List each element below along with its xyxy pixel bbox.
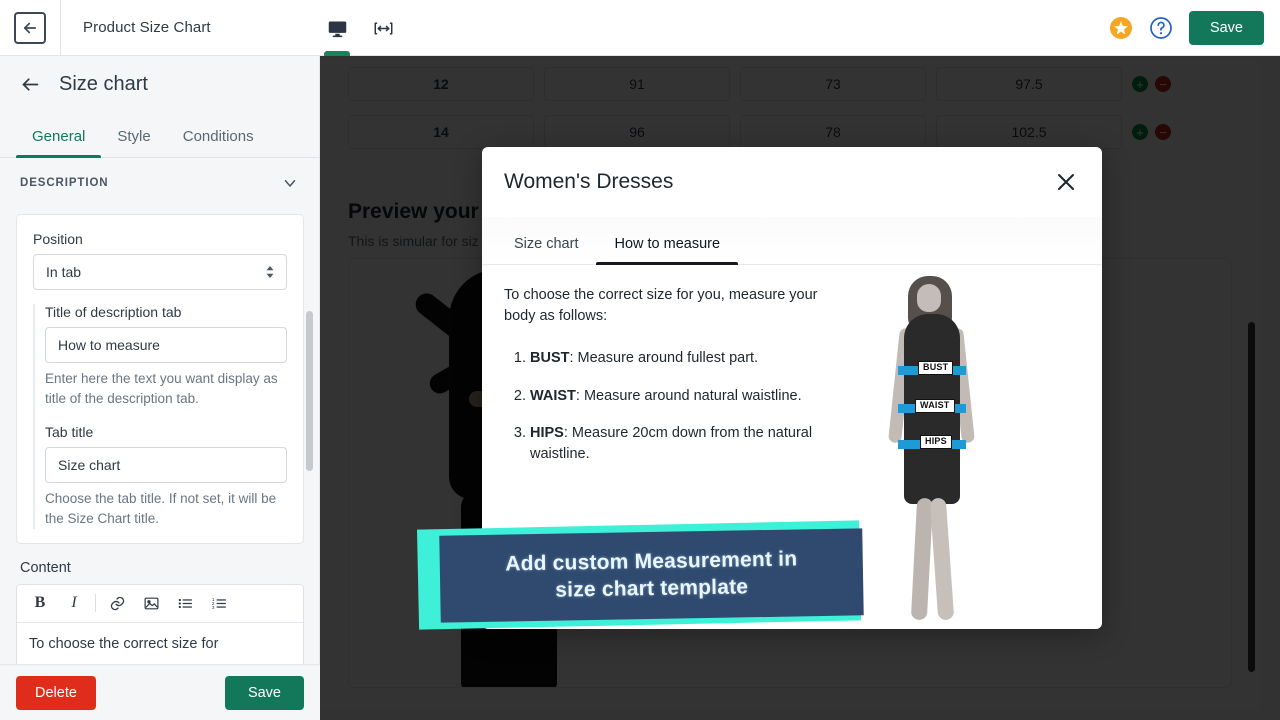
- list-item: BUST: Measure around fullest part.: [530, 348, 834, 369]
- step-text: : Measure around natural waistline.: [575, 387, 802, 404]
- desc-tab-title-input[interactable]: [45, 327, 287, 363]
- help-question-icon[interactable]: [1149, 16, 1173, 40]
- topbar-actions: Save: [1109, 0, 1264, 56]
- panel-tabs: General Style Conditions: [0, 112, 319, 158]
- close-x-icon[interactable]: [1054, 170, 1078, 194]
- tab-title-input[interactable]: [45, 447, 287, 484]
- left-settings-panel: Size chart General Style Conditions DESC…: [0, 56, 320, 720]
- back-arrow-boxed-icon[interactable]: [14, 11, 46, 44]
- tab-general[interactable]: General: [16, 128, 102, 158]
- desktop-monitor-icon[interactable]: [322, 0, 352, 56]
- modal-title: Women's Dresses: [504, 170, 674, 193]
- topbar-divider: [60, 0, 61, 56]
- toolbar-divider: [95, 594, 96, 613]
- figure-leg-right: [929, 497, 955, 621]
- page-title: Product Size Chart: [83, 19, 211, 36]
- list-item: HIPS: Measure 20cm down from the natural…: [530, 423, 834, 464]
- desc-tab-title-label: Title of description tab: [45, 304, 182, 320]
- star-favorite-icon[interactable]: [1109, 16, 1133, 40]
- band-label-hips: HIPS: [920, 435, 952, 449]
- tab-title-label: Tab title: [45, 424, 94, 441]
- step-term: HIPS: [530, 425, 564, 442]
- description-section-header[interactable]: DESCRIPTION: [0, 158, 319, 202]
- save-button[interactable]: Save: [224, 675, 304, 710]
- figure-leg-left: [910, 497, 934, 621]
- tab-title-help: Choose the tab title. If not set, it wil…: [45, 491, 277, 527]
- app-root: Product Size Chart Save 12 9: [0, 0, 1280, 720]
- content-rich-text-editor: B I 123 To choose the correct size for: [16, 583, 304, 672]
- measure-intro: To choose the correct size for you, meas…: [504, 287, 818, 324]
- measurement-diagram-image: BUST WAIST HIPS: [856, 270, 1006, 621]
- callout-text: Add custom Measurement in size chart tem…: [505, 546, 798, 605]
- callout-line-2: size chart template: [555, 574, 749, 602]
- italic-icon[interactable]: I: [57, 586, 91, 620]
- step-text: : Measure around fullest part.: [569, 350, 759, 367]
- delete-button[interactable]: Delete: [16, 675, 96, 710]
- numbered-list-icon[interactable]: 123: [202, 586, 236, 620]
- modal-tabs: Size chart How to measure: [482, 217, 1102, 265]
- panel-scroll-region: Position Title of description tab Enter …: [0, 214, 320, 720]
- image-icon[interactable]: [134, 586, 168, 620]
- measure-instructions: To choose the correct size for you, meas…: [504, 285, 834, 481]
- section-title: DESCRIPTION: [20, 177, 109, 189]
- device-preview-toggles: [322, 0, 398, 56]
- figure-face: [917, 284, 941, 312]
- description-card: Position Title of description tab Enter …: [16, 214, 304, 544]
- top-bar: Product Size Chart Save: [0, 0, 1280, 56]
- bold-icon[interactable]: B: [23, 586, 57, 620]
- tab-style[interactable]: Style: [101, 128, 166, 157]
- tab-size-chart[interactable]: Size chart: [496, 236, 596, 264]
- chevron-down-icon[interactable]: [281, 174, 299, 192]
- position-select[interactable]: [33, 254, 287, 290]
- save-top-button[interactable]: Save: [1188, 11, 1264, 45]
- bullet-list-icon[interactable]: [168, 586, 202, 620]
- tab-how-to-measure[interactable]: How to measure: [596, 236, 738, 265]
- desc-tab-title-help: Enter here the text you want display as …: [45, 371, 278, 406]
- band-label-bust: BUST: [918, 361, 954, 375]
- modal-header: Women's Dresses: [482, 147, 1102, 217]
- step-term: BUST: [530, 350, 570, 367]
- position-select-wrap: [33, 254, 287, 290]
- description-tab-settings: Title of description tab Enter here the …: [33, 304, 287, 529]
- callout-box: Add custom Measurement in size chart tem…: [439, 528, 864, 623]
- responsive-width-icon[interactable]: [368, 0, 398, 56]
- callout-line-1: Add custom Measurement in: [505, 547, 798, 576]
- measure-steps: BUST: Measure around fullest part. WAIST…: [504, 348, 834, 464]
- list-item: WAIST: Measure around natural waistline.: [530, 386, 834, 407]
- svg-text:3: 3: [211, 605, 214, 611]
- back-arrow-icon[interactable]: [20, 74, 41, 95]
- position-label: Position: [33, 231, 83, 247]
- panel-footer: Delete Save: [0, 664, 320, 720]
- panel-scrollbar[interactable]: [306, 311, 313, 471]
- step-term: WAIST: [530, 387, 576, 404]
- band-label-waist: WAIST: [915, 399, 955, 413]
- editor-toolbar: B I 123: [17, 584, 303, 623]
- step-text: : Measure 20cm down from the natural wai…: [530, 425, 813, 462]
- figure-body: BUST WAIST HIPS: [884, 276, 976, 621]
- panel-title: Size chart: [59, 72, 148, 95]
- link-icon[interactable]: [100, 586, 134, 620]
- content-label: Content: [20, 559, 71, 576]
- panel-header: Size chart: [0, 56, 319, 112]
- tab-conditions[interactable]: Conditions: [167, 128, 270, 157]
